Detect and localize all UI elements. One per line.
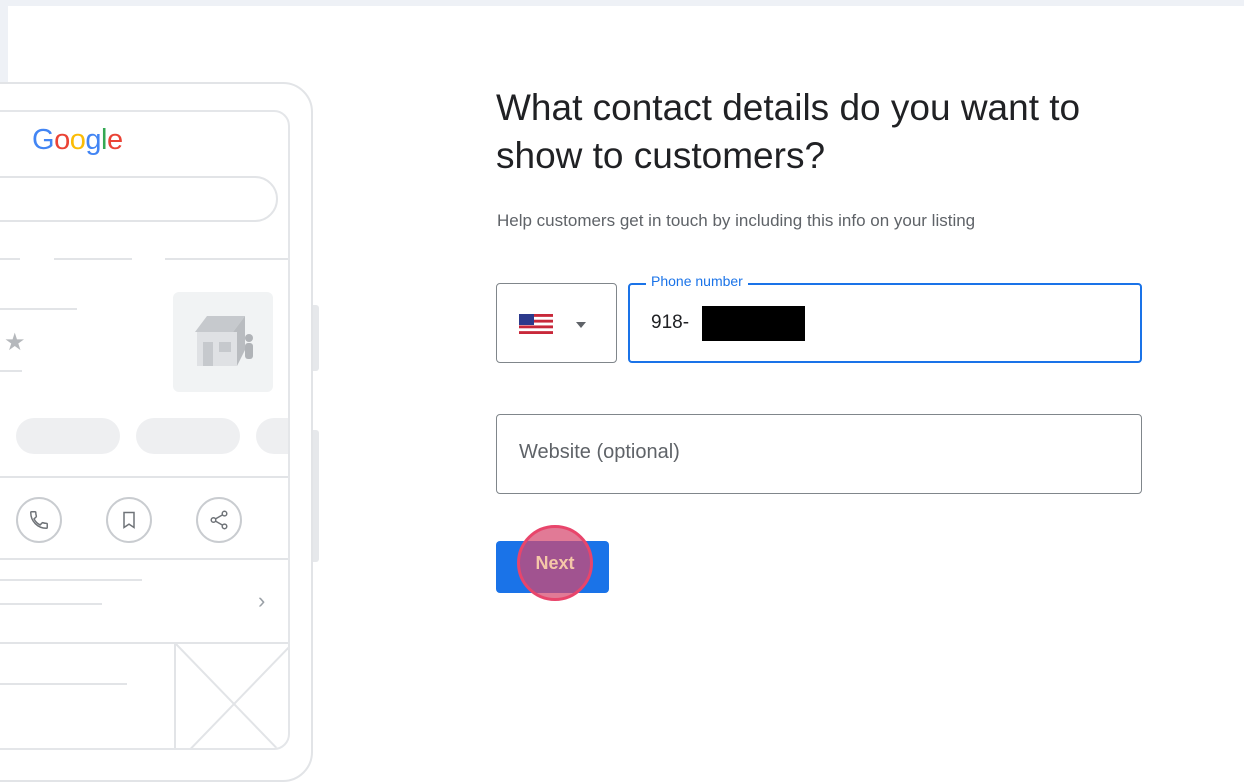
preview-chip: [136, 418, 240, 454]
preview-image-placeholder: [176, 644, 288, 748]
bookmark-icon: [123, 511, 135, 529]
website-placeholder: Website (optional): [519, 441, 680, 463]
preview-chip: [256, 418, 288, 454]
country-code-select[interactable]: [496, 283, 617, 363]
preview-title-line: [0, 308, 77, 310]
phone-side-button: [313, 430, 319, 562]
storefront-thumbnail: [173, 292, 273, 392]
click-highlight: Next: [517, 525, 593, 601]
us-flag-icon: [519, 314, 553, 334]
google-logo: Google: [32, 124, 123, 156]
listing-preview: Google ★ ›: [0, 110, 290, 750]
redaction-bar: [702, 306, 805, 341]
top-strip: [0, 0, 1244, 6]
dropdown-arrow-icon: [576, 322, 586, 328]
preview-tab-line: [165, 258, 288, 260]
preview-text-line: [0, 370, 22, 372]
preview-divider: [0, 476, 288, 478]
preview-divider: [0, 558, 288, 560]
chevron-right-icon: ›: [258, 588, 266, 613]
phone-number-value: 918-: [651, 312, 690, 333]
preview-call-button: [16, 497, 62, 543]
preview-save-button: [106, 497, 152, 543]
storefront-icon: [195, 316, 253, 366]
preview-text-line: [0, 603, 102, 605]
page-subtitle: Help customers get in touch by including…: [497, 211, 976, 230]
preview-text-line: [0, 579, 142, 581]
share-icon: [210, 510, 228, 530]
preview-chip: [16, 418, 120, 454]
preview-share-button: [196, 497, 242, 543]
next-button-label: Next: [535, 552, 575, 573]
preview-text-line: [0, 683, 127, 685]
preview-tab-line: [0, 258, 20, 260]
preview-search-bar: [0, 176, 278, 222]
phone-icon: [30, 511, 48, 529]
page-title: What contact details do you want to show…: [496, 87, 1081, 176]
preview-tab-line: [54, 258, 132, 260]
phone-number-label: Phone number: [646, 273, 748, 289]
rating-star-icon: ★: [4, 329, 26, 356]
phone-side-button: [313, 305, 319, 371]
